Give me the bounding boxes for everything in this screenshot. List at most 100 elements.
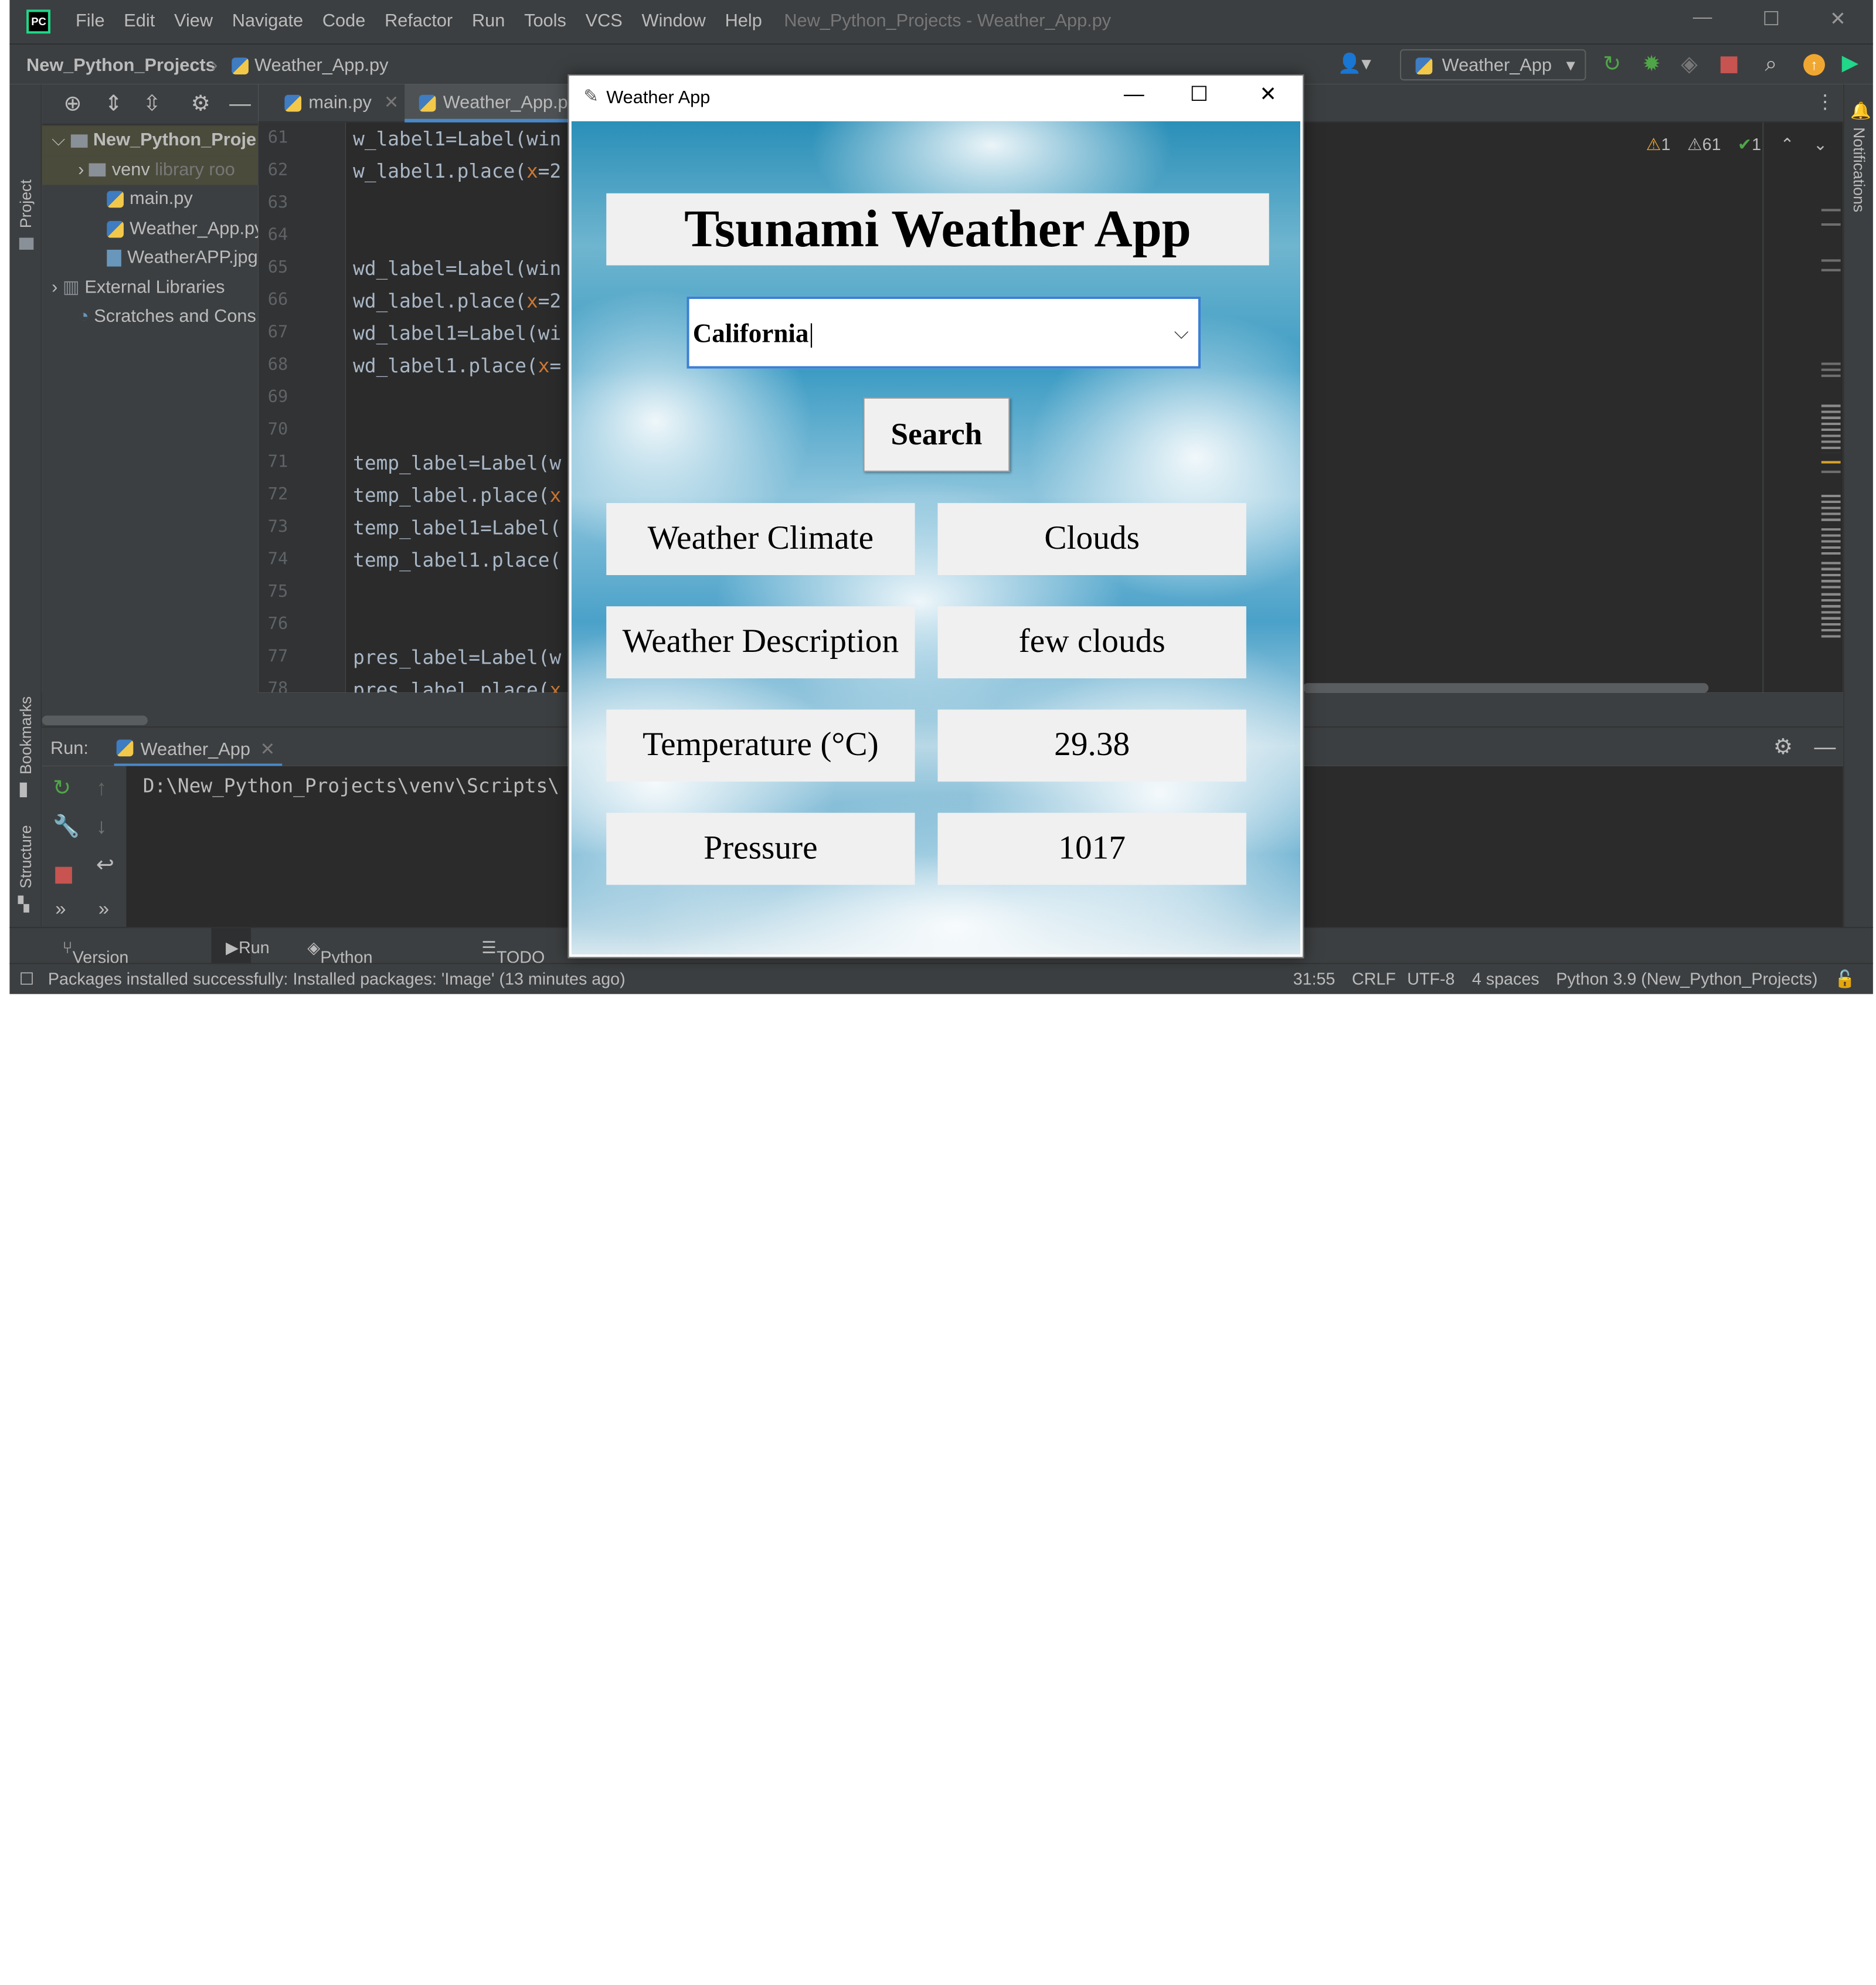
close-tab-icon[interactable]: ✕	[384, 93, 399, 113]
gutter-mark-group[interactable]	[1821, 562, 1841, 589]
gutter-mark-warning[interactable]	[1821, 461, 1841, 464]
project-tool-tab[interactable]: Project	[17, 179, 35, 228]
tab-weather-app[interactable]: Weather_App.py	[405, 84, 585, 123]
stop-icon[interactable]	[55, 866, 72, 884]
bell-icon[interactable]: 🔔	[1850, 101, 1871, 120]
arrow-up-icon[interactable]: ↑	[96, 777, 107, 798]
tree-item-weather-jpg[interactable]: WeatherAPP.jpg	[42, 244, 259, 273]
python-packages-tab[interactable]: ◈ Python Packages	[307, 937, 394, 985]
structure-tool-tab[interactable]: Structure	[17, 825, 35, 888]
menu-help[interactable]: Help	[725, 11, 762, 31]
version-control-tab[interactable]: ⑂ Version Control	[62, 937, 128, 985]
run-tool-tab[interactable]: ▶ Run	[211, 928, 270, 964]
more-icon[interactable]: ⋮	[1816, 93, 1835, 113]
menu-code[interactable]: Code	[322, 11, 365, 31]
rerun-icon[interactable]: ↻	[1603, 53, 1621, 74]
tree-item-main[interactable]: main.py	[42, 185, 259, 214]
gutter-mark-group[interactable]	[1821, 494, 1841, 521]
file-encoding[interactable]: UTF-8	[1407, 969, 1454, 988]
todo-tab[interactable]: ☰ TODO	[481, 937, 545, 966]
chevron-down-icon[interactable]: ⌵	[1174, 321, 1189, 345]
gutter-mark[interactable]	[1821, 223, 1841, 226]
gutter-mark[interactable]	[1821, 362, 1841, 365]
breadcrumb-project[interactable]: New_Python_Projects	[26, 55, 216, 76]
search-icon[interactable]: ⌕	[1765, 53, 1778, 74]
python-interpreter[interactable]: Python 3.9 (New_Python_Projects)	[1556, 969, 1817, 988]
line-separator[interactable]: CRLF	[1352, 969, 1396, 988]
editor-scrollbar-thumb[interactable]	[1303, 683, 1709, 693]
search-button[interactable]: Search	[863, 397, 1010, 472]
minimize-icon[interactable]: —	[1124, 83, 1144, 107]
chevron-right-icon[interactable]: ›	[52, 277, 63, 297]
gutter-mark[interactable]	[1821, 470, 1841, 473]
menu-file[interactable]: File	[76, 11, 105, 31]
indent-setting[interactable]: 4 spaces	[1472, 969, 1539, 988]
rerun-icon[interactable]: ↻	[53, 777, 71, 798]
city-combobox[interactable]: California| ⌵	[686, 296, 1201, 369]
run-tab[interactable]: Weather_App ✕	[114, 728, 283, 767]
close-icon[interactable]: ✕	[1259, 83, 1276, 107]
breadcrumb-file[interactable]: Weather_App.py	[232, 55, 388, 76]
chevron-down-icon[interactable]: ⌄	[1813, 134, 1827, 154]
panel-toggle-icon[interactable]: ☐	[19, 969, 35, 990]
project-scrollbar-thumb[interactable]	[42, 715, 148, 725]
close-icon[interactable]: ✕	[1830, 7, 1846, 31]
more-icon[interactable]: »	[98, 900, 109, 920]
gear-icon[interactable]: ⚙	[1773, 736, 1793, 757]
notifications-tool-tab[interactable]: Notifications	[1850, 127, 1868, 212]
gear-icon[interactable]: ⚙	[191, 93, 210, 114]
maximize-icon[interactable]: ☐	[1190, 83, 1208, 107]
gutter-mark-group[interactable]	[1821, 405, 1841, 453]
gutter-mark[interactable]	[1821, 209, 1841, 212]
bookmarks-tool-tab[interactable]: Bookmarks	[17, 696, 35, 774]
menu-window[interactable]: Window	[642, 11, 706, 31]
hide-icon[interactable]: —	[229, 93, 251, 114]
run-configuration-select[interactable]: Weather_App ▾	[1399, 49, 1586, 81]
status-message[interactable]: Packages installed successfully: Install…	[48, 969, 626, 988]
tree-item-external-libraries[interactable]: › ▥ External Libraries	[42, 273, 259, 302]
tab-label: Weather_App.py	[443, 92, 577, 113]
gutter-mark-group[interactable]	[1821, 593, 1841, 639]
expand-all-icon[interactable]: ⇕	[104, 93, 123, 114]
debug-icon[interactable]: ✹	[1643, 53, 1661, 74]
wrench-icon[interactable]: 🔧	[53, 815, 80, 837]
tree-item-scratches[interactable]: ◔ Scratches and Cons	[42, 302, 259, 332]
gutter-mark[interactable]	[1821, 268, 1841, 271]
gutter-mark[interactable]	[1821, 259, 1841, 262]
inspection-widget[interactable]: ⚠1 ⚠61 ✔1 ⌃ ⌄	[1646, 134, 1827, 155]
tree-item-venv[interactable]: › venv library roo	[42, 155, 259, 185]
chevron-right-icon[interactable]: ›	[78, 159, 89, 179]
minimize-icon[interactable]: —	[1693, 7, 1712, 29]
hide-icon[interactable]: —	[1814, 736, 1836, 757]
tree-item-weather-app[interactable]: Weather_App.py	[42, 215, 258, 244]
close-tab-icon[interactable]: ✕	[260, 740, 276, 760]
more-icon[interactable]: »	[55, 900, 66, 920]
collapse-all-icon[interactable]: ⇳	[143, 93, 161, 114]
chevron-down-icon[interactable]: ⌵	[52, 130, 70, 150]
menu-edit[interactable]: Edit	[124, 11, 155, 31]
menu-run[interactable]: Run	[472, 11, 505, 31]
lock-icon[interactable]: 🔓	[1834, 969, 1855, 990]
coverage-icon[interactable]: ◈	[1681, 53, 1697, 74]
caret-position[interactable]: 31:55	[1293, 969, 1335, 988]
menu-view[interactable]: View	[174, 11, 213, 31]
update-icon[interactable]: ↑	[1803, 54, 1825, 76]
weather-window-titlebar[interactable]: ✎ Weather App — ☐ ✕	[569, 76, 1303, 121]
menu-navigate[interactable]: Navigate	[232, 11, 303, 31]
user-icon[interactable]: 👤▾	[1337, 55, 1371, 74]
chevron-up-icon[interactable]: ⌃	[1780, 134, 1795, 154]
locate-icon[interactable]: ⊕	[64, 93, 82, 114]
jetbrains-toolbox-icon[interactable]: ▶	[1842, 52, 1858, 73]
arrow-down-icon[interactable]: ↓	[96, 815, 107, 837]
menu-tools[interactable]: Tools	[524, 11, 566, 31]
menu-refactor[interactable]: Refactor	[385, 11, 453, 31]
stop-icon[interactable]	[1720, 56, 1738, 73]
tab-main[interactable]: main.py ✕	[270, 84, 400, 123]
gutter-mark-group[interactable]	[1821, 528, 1841, 555]
soft-wrap-icon[interactable]: ↩	[96, 854, 114, 875]
menu-vcs[interactable]: VCS	[586, 11, 623, 31]
gutter-mark[interactable]	[1821, 368, 1841, 371]
maximize-icon[interactable]: ☐	[1762, 7, 1779, 31]
gutter-mark[interactable]	[1821, 374, 1841, 378]
tree-item-project[interactable]: ⌵ New_Python_Proje	[42, 126, 259, 156]
